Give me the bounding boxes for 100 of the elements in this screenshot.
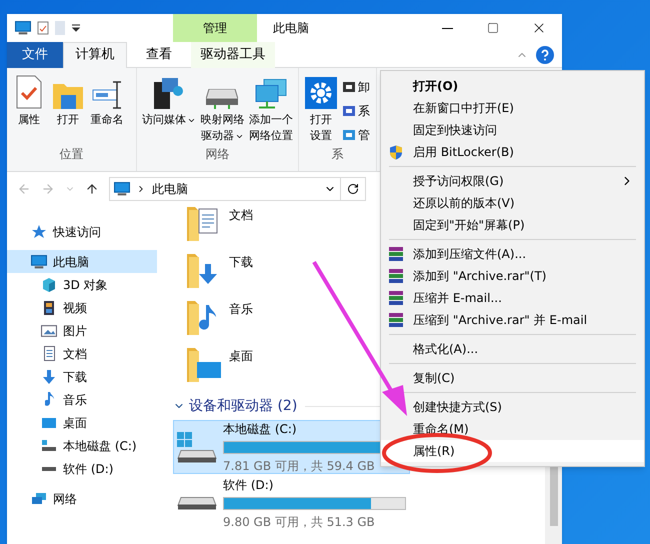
text-cursor-icon — [92, 81, 122, 109]
nav-item[interactable]: 下载 — [7, 365, 157, 388]
ribbon-button[interactable]: 打开 设置 — [302, 74, 340, 144]
monitor-icon — [114, 182, 130, 196]
download-arrow-icon — [43, 370, 55, 384]
properties-icon[interactable] — [37, 21, 49, 35]
customize-toolbar-icon[interactable] — [71, 23, 81, 33]
folder-name[interactable]: 下载 — [229, 253, 253, 271]
group-header[interactable]: 设备和驱动器 (2) — [189, 396, 298, 416]
books-stack-icon — [389, 247, 403, 261]
window-title: 此电脑 — [273, 20, 309, 37]
ribbon-group-label: 系 — [330, 146, 344, 163]
menu-item[interactable]: 压缩到 "Archive.rar" 并 E-mail — [381, 309, 644, 331]
menu-item[interactable]: 还原以前的版本(V) — [381, 192, 644, 214]
ribbon-button[interactable]: 属性 — [10, 74, 48, 128]
film-icon — [44, 300, 54, 314]
nav-label: 此电脑 — [53, 254, 89, 270]
menu-item[interactable]: 在新窗口中打开(E) — [381, 97, 644, 119]
ribbon-button[interactable]: 访问媒体 — [140, 74, 198, 128]
nav-label: 桌面 — [63, 414, 87, 432]
computer-icon — [343, 130, 355, 140]
nav-label: 快速访问 — [53, 224, 101, 240]
ribbon-small-item[interactable]: 管 — [358, 126, 370, 144]
drive-icon — [177, 496, 217, 510]
ribbon-tab[interactable]: 计算机 — [63, 42, 127, 68]
up-icon[interactable] — [85, 182, 99, 196]
menu-item[interactable]: 打开(O) — [381, 75, 644, 97]
ribbon-small-item[interactable]: 卸 — [358, 78, 370, 96]
address-field[interactable]: 此电脑 — [109, 177, 341, 201]
menu-item[interactable]: 压缩并 E-mail... — [381, 287, 644, 309]
ribbon-button[interactable]: 映射网络 驱动器 — [198, 74, 246, 144]
folder-name[interactable]: 桌面 — [229, 347, 253, 365]
nav-item[interactable]: 软件 (D:) — [7, 457, 157, 480]
media-computer-icon — [154, 78, 184, 109]
drive-tile[interactable]: 软件 (D:) 9.80 GB 可用，共 51.3 GB — [173, 476, 410, 530]
ribbon-button[interactable]: 打开 — [49, 74, 87, 128]
gear-icon — [305, 77, 337, 109]
folder-icon — [185, 347, 223, 383]
monitor-icon — [31, 254, 47, 268]
nav-item[interactable]: 音乐 — [7, 388, 157, 411]
nav-item[interactable]: 3D 对象 — [7, 273, 157, 296]
menu-item[interactable]: 添加到 "Archive.rar"(T) — [381, 265, 644, 287]
menu-item[interactable]: 属性(R) — [381, 440, 644, 462]
menu-item[interactable]: 创建快捷方式(S) — [381, 396, 644, 418]
nav-label: 本地磁盘 (C:) — [63, 438, 137, 454]
nav-label: 3D 对象 — [63, 276, 108, 294]
drive-free-space: 7.81 GB 可用，共 59.4 GB — [223, 458, 376, 474]
menu-item[interactable]: 启用 BitLocker(B) — [381, 141, 644, 163]
drive-icon — [177, 450, 217, 462]
menu-item[interactable]: 固定到快速访问 — [381, 119, 644, 141]
folder-name[interactable]: 文档 — [229, 206, 253, 224]
ribbon-tab[interactable]: 文件 — [7, 42, 63, 68]
box-icon — [343, 82, 355, 92]
nav-item[interactable]: 本地磁盘 (C:) — [7, 434, 157, 457]
books-stack-icon — [389, 291, 403, 305]
folder-name[interactable]: 音乐 — [229, 300, 253, 318]
ribbon-tab[interactable]: 驱动器工具 — [191, 42, 275, 68]
music-note-icon — [44, 392, 54, 407]
drive-name: 本地磁盘 (C:) — [223, 420, 298, 438]
drive-name: 软件 (D:) — [223, 476, 274, 494]
nav-item[interactable]: 网络 — [7, 487, 157, 510]
menu-item[interactable]: 添加到压缩文件(A)... — [381, 243, 644, 265]
help-icon[interactable] — [536, 46, 554, 64]
nav-label: 文档 — [63, 346, 87, 362]
nav-item[interactable]: 图片 — [7, 319, 157, 342]
nav-item[interactable]: 快速访问 — [7, 220, 157, 243]
drive-icon — [42, 466, 56, 470]
contextual-tab-header: 管理 — [173, 14, 257, 42]
windows-logo-icon — [177, 432, 192, 446]
menu-item[interactable]: 授予访问权限(G) — [381, 170, 644, 192]
nav-item[interactable]: 此电脑 — [7, 250, 157, 273]
picture-icon — [41, 324, 57, 336]
nav-label: 图片 — [63, 322, 87, 340]
network-drive-icon — [206, 89, 238, 109]
ribbon-small-item[interactable]: 系 — [358, 102, 370, 120]
refresh-button[interactable] — [340, 177, 366, 201]
network-icon — [32, 493, 46, 504]
ribbon-group-label: 网络 — [204, 146, 230, 163]
nav-item[interactable]: 文档 — [7, 342, 157, 365]
nav-label: 下载 — [63, 368, 87, 386]
nav-label: 视频 — [63, 300, 87, 316]
menu-item[interactable]: 复制(C) — [381, 367, 644, 389]
nav-label: 软件 (D:) — [63, 460, 114, 478]
nav-item[interactable]: 视频 — [7, 296, 157, 319]
ribbon-button[interactable]: 添加一个 网络位置 — [247, 74, 295, 144]
windows-drive-icon — [42, 440, 56, 451]
refresh-icon — [347, 183, 359, 195]
maximize-icon — [487, 22, 499, 34]
nav-label: 网络 — [53, 490, 77, 508]
menu-item[interactable]: 格式化(A)... — [381, 338, 644, 360]
document-icon — [44, 346, 54, 361]
cube-icon — [42, 276, 56, 292]
address-path: 此电脑 — [152, 181, 188, 198]
drive-free-space: 9.80 GB 可用，共 51.3 GB — [223, 514, 376, 530]
ribbon-button[interactable]: 重命名 — [88, 74, 126, 128]
shield-icon — [389, 144, 403, 160]
menu-item[interactable]: 固定到"开始"屏幕(P) — [381, 214, 644, 236]
ribbon-tab[interactable]: 查看 — [127, 42, 191, 68]
nav-item[interactable]: 桌面 — [7, 411, 157, 434]
network-monitors-icon — [255, 79, 288, 109]
